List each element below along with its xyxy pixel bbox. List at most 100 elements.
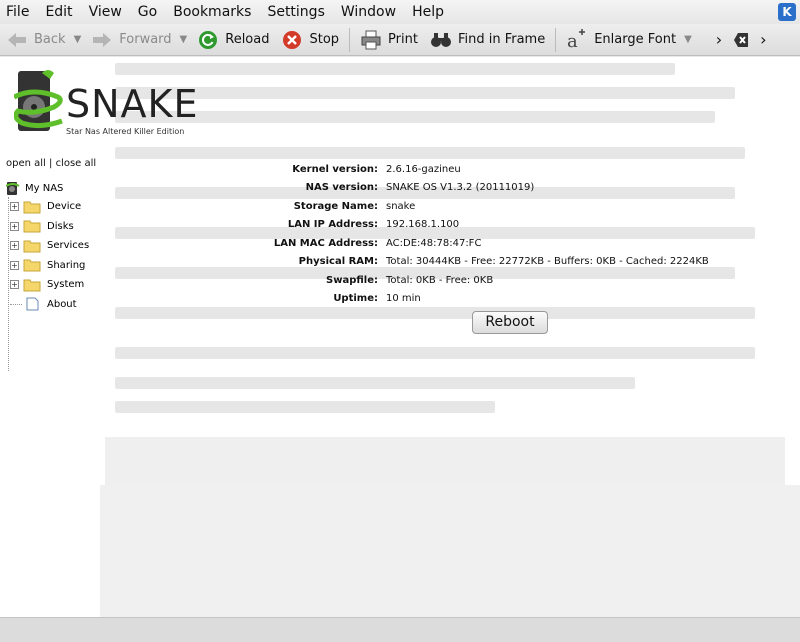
toolbar-separator-2 [555,27,557,52]
logo-subtitle: Star Nas Altered Killer Edition [66,127,185,136]
page-icon [26,297,39,311]
tree-item-about[interactable]: About [6,295,89,315]
forward-label: Forward [119,32,172,47]
info-row-nas-version: NAS version: SNAKE OS V1.3.2 (20111019) [230,179,709,198]
find-in-frame-label: Find in Frame [457,32,546,47]
find-in-frame-button[interactable]: Find in Frame [424,26,551,54]
tree-item-disks[interactable]: + Disks [6,217,89,237]
info-value: snake [386,200,416,212]
tree-item-device[interactable]: + Device [6,197,89,217]
info-row-lan-mac: LAN MAC Address: AC:DE:48:78:47:FC [230,234,709,253]
menu-settings[interactable]: Settings [259,0,332,24]
binoculars-icon [430,29,452,51]
open-all-link[interactable]: open all [6,158,46,169]
info-row-storage-name: Storage Name: snake [230,197,709,216]
expand-icon[interactable]: + [10,260,19,270]
arrow-left-icon [6,29,28,51]
info-label: LAN MAC Address: [273,237,378,249]
close-tab-icon[interactable] [730,29,752,51]
info-row-kernel: Kernel version: 2.6.16-gazineu [230,160,709,179]
tree-controls-separator: | [45,158,56,169]
info-value: 2.6.16-gazineu [386,163,461,175]
ghost-line [115,87,735,99]
menu-file[interactable]: File [0,0,37,24]
tree-item-services[interactable]: + Services [6,236,89,256]
enlarge-font-button[interactable]: a Enlarge Font [560,26,682,54]
info-label: Physical RAM: [298,256,378,268]
enlarge-font-dropdown-icon[interactable]: ▼ [684,34,692,45]
reload-button[interactable]: Reload [191,26,275,54]
back-label: Back [34,32,66,47]
menu-bar: File Edit View Go Bookmarks Settings Win… [0,0,800,24]
reboot-button[interactable]: Reboot [472,311,548,334]
menu-view[interactable]: View [81,0,130,24]
folder-icon [23,201,41,214]
tree-controls: open all | close all [6,158,96,169]
tree-item-label: Services [47,240,90,252]
forward-dropdown-icon[interactable]: ▼ [180,34,188,45]
menu-window[interactable]: Window [333,0,404,24]
info-label: NAS version: [305,182,378,194]
info-row-physical-ram: Physical RAM: Total: 30444KB - Free: 227… [230,253,709,272]
info-value: 10 min [386,293,421,305]
toolbar: Back ▼ Forward ▼ Reload Stop Print Find … [0,24,800,56]
stop-button[interactable]: Stop [275,26,345,54]
tree-item-label: Device [47,201,82,213]
tree-root-my-nas[interactable]: My NAS [6,179,89,197]
menu-help[interactable]: Help [404,0,452,24]
info-label: Storage Name: [293,200,378,212]
print-label: Print [388,32,418,47]
info-value: 192.168.1.100 [386,219,460,231]
tree-item-label: System [47,279,85,291]
expand-icon[interactable]: + [10,221,19,231]
info-value: SNAKE OS V1.3.2 (20111019) [386,182,535,194]
info-row-uptime: Uptime: 10 min [230,290,709,309]
tree-item-system[interactable]: + System [6,275,89,295]
info-label: LAN IP Address: [287,219,378,231]
ghost-line [115,401,495,413]
info-row-swapfile: Swapfile: Total: 0KB - Free: 0KB [230,271,709,290]
close-all-link[interactable]: close all [56,158,97,169]
back-button[interactable]: Back [0,26,72,54]
folder-icon [23,240,41,253]
menu-edit[interactable]: Edit [37,0,80,24]
toolbar-overflow-button[interactable]: › [710,26,728,54]
reload-icon [197,29,219,51]
folder-icon [23,220,41,233]
back-dropdown-icon[interactable]: ▼ [74,34,82,45]
snake-logo: SNAKE Star Nas Altered Killer Edition [12,67,204,137]
info-row-lan-ip: LAN IP Address: 192.168.1.100 [230,216,709,235]
info-value: Total: 30444KB - Free: 22772KB - Buffers… [386,256,709,268]
kde-logo-icon[interactable]: K [778,3,796,21]
expand-icon[interactable]: + [10,202,19,212]
logo-title: SNAKE [66,82,199,126]
folder-icon [23,259,41,272]
ghost-line [115,377,635,389]
info-value: Total: 0KB - Free: 0KB [386,274,494,286]
toolbar-separator [349,27,351,52]
tree-item-label: Disks [47,220,74,232]
toolbar-overflow-button-2[interactable]: › [758,26,768,54]
svg-text:a: a [567,31,578,51]
page-content: SNAKE Star Nas Altered Killer Edition op… [0,57,800,617]
nav-tree: My NAS + Device + Disks + Services + Sha… [6,179,89,314]
info-label: Kernel version: [292,163,378,175]
ghost-line [115,347,755,359]
ghost-panel [105,437,785,487]
stop-label: Stop [309,32,340,47]
expand-icon[interactable]: + [10,241,19,251]
ghost-line [115,111,715,123]
print-button[interactable]: Print [354,26,424,54]
menu-go[interactable]: Go [130,0,165,24]
tree-connector [10,303,22,305]
info-label: Uptime: [333,293,378,305]
reload-label: Reload [225,32,270,47]
forward-button[interactable]: Forward [85,26,177,54]
expand-icon[interactable]: + [10,280,19,290]
menu-bookmarks[interactable]: Bookmarks [165,0,259,24]
nas-icon [6,182,20,195]
arrow-right-icon [91,29,113,51]
tree-item-sharing[interactable]: + Sharing [6,256,89,276]
stop-icon [281,29,303,51]
info-value: AC:DE:48:78:47:FC [386,237,482,249]
